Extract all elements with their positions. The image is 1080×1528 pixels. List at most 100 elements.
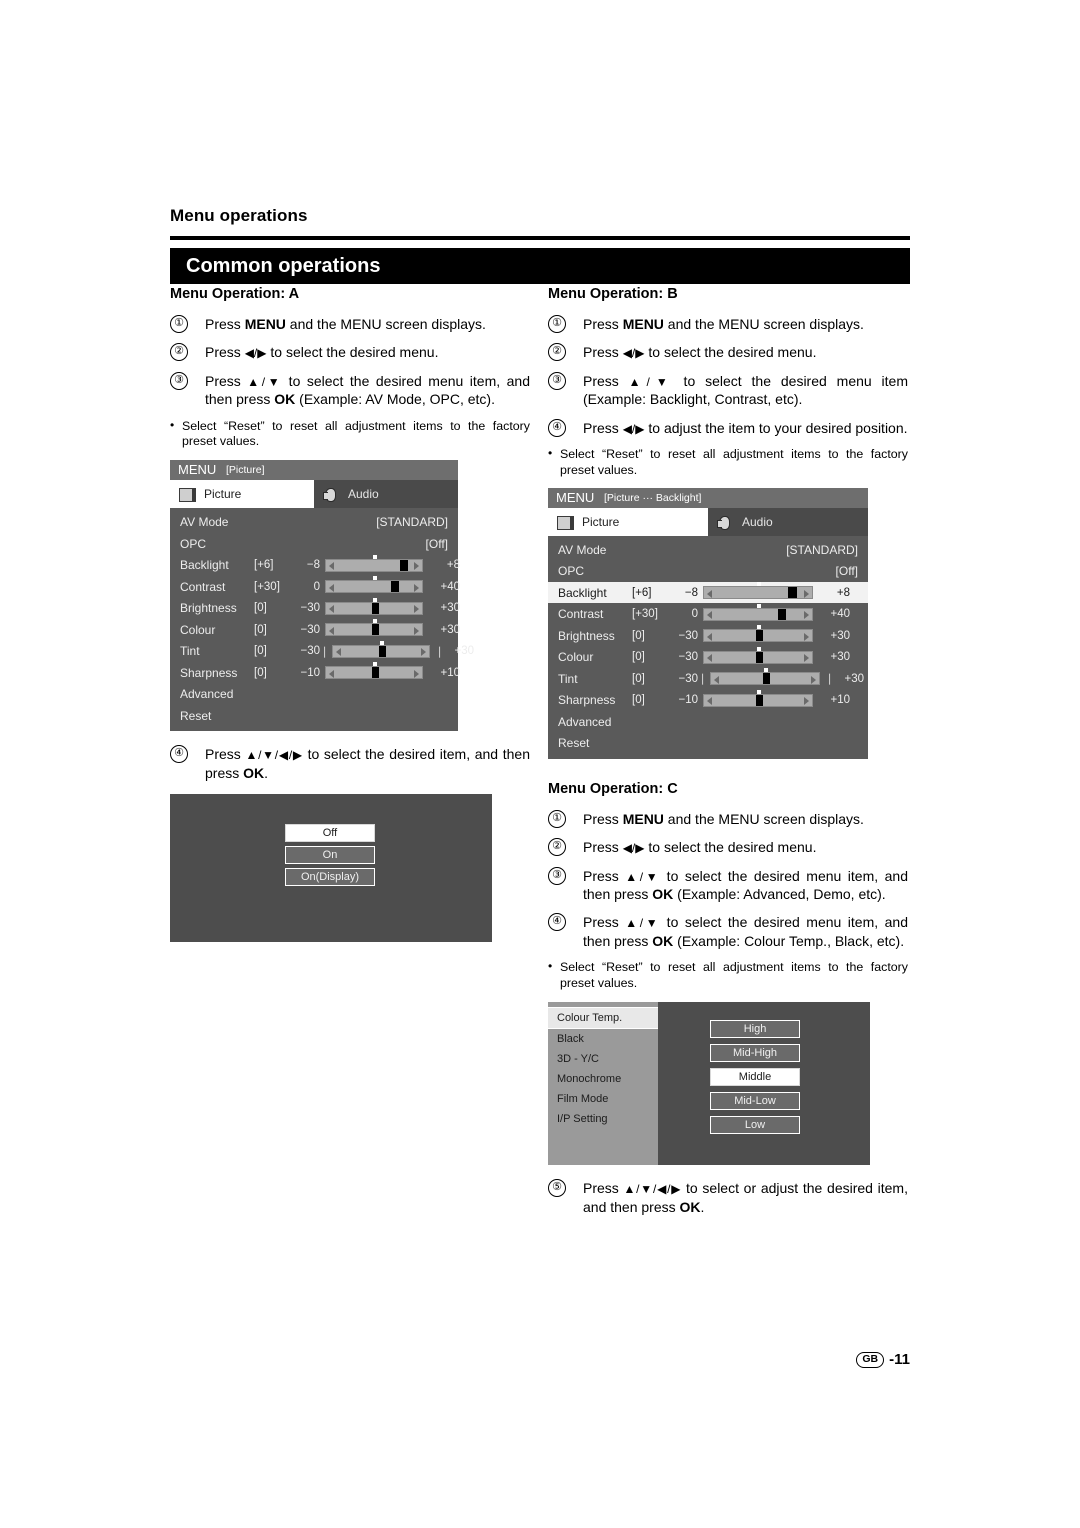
slider-left-arrow-icon[interactable]	[707, 589, 712, 598]
osd-range-bracket-left: ❘	[698, 673, 708, 686]
osd-colour-temp-middle[interactable]: Middle	[710, 1068, 800, 1086]
slider-thumb[interactable]	[392, 581, 400, 593]
slider-thumb[interactable]	[371, 667, 379, 679]
slider-contrast[interactable]	[703, 603, 813, 621]
slider-right-arrow-icon[interactable]	[804, 654, 809, 663]
osd-row-tint[interactable]: Tint [0] −30 ❘ ❘ +30	[170, 640, 474, 662]
slider-colour[interactable]	[325, 619, 423, 637]
osd-row-colour[interactable]: Colour [0] −30 +30	[548, 646, 868, 668]
osd-row-tint[interactable]: Tint [0] −30 ❘ ❘ +30	[548, 668, 868, 690]
osd-row-advanced[interactable]: Advanced	[170, 683, 458, 705]
slider-left-arrow-icon[interactable]	[707, 697, 712, 706]
osd-advanced-item-colour-temp-[interactable]: Colour Temp.	[548, 1007, 658, 1029]
step-item: ③ Press ▲/▼ to select the desired menu it…	[548, 371, 908, 409]
slider-brightness[interactable]	[703, 625, 813, 643]
osd-row-av-mode[interactable]: AV Mode [STANDARD]	[170, 511, 458, 533]
osd-row-advanced[interactable]: Advanced	[548, 711, 868, 733]
slider-right-arrow-icon[interactable]	[414, 605, 419, 614]
slider-thumb[interactable]	[755, 694, 763, 706]
slider-thumb[interactable]	[371, 624, 379, 636]
osd-range-bracket-left: ❘	[320, 645, 330, 658]
slider-left-arrow-icon[interactable]	[329, 583, 334, 592]
osd-row-label: Contrast	[180, 579, 226, 594]
slider-thumb[interactable]	[401, 559, 409, 571]
step-text: Press ◀/▶ to select the desired menu.	[583, 344, 817, 361]
slider-colour[interactable]	[703, 646, 813, 664]
osd-row-reset[interactable]: Reset	[170, 705, 458, 727]
slider-thumb[interactable]	[755, 651, 763, 663]
slider-thumb[interactable]	[762, 673, 770, 685]
osd-advanced-item-black[interactable]: Black	[548, 1029, 658, 1049]
slider-center-tick	[757, 625, 761, 630]
osd-row-brightness[interactable]: Brightness [0] −30 +30	[170, 597, 460, 619]
osd-advanced-item-monochrome[interactable]: Monochrome	[548, 1069, 658, 1089]
osd-row-backlight[interactable]: Backlight [+6] −8 +8	[170, 554, 460, 576]
slider-right-arrow-icon[interactable]	[414, 562, 419, 571]
slider-right-arrow-icon[interactable]	[414, 626, 419, 635]
slider-contrast[interactable]	[325, 576, 423, 594]
osd-option-off[interactable]: Off	[285, 824, 375, 843]
slider-left-arrow-icon[interactable]	[329, 626, 334, 635]
osd-row-opc[interactable]: OPC [Off]	[170, 533, 458, 555]
slider-left-arrow-icon[interactable]	[707, 632, 712, 641]
osd-row-colour[interactable]: Colour [0] −30 +30	[170, 619, 460, 641]
osd-row-opc[interactable]: OPC [Off]	[548, 560, 868, 582]
slider-left-arrow-icon[interactable]	[707, 611, 712, 620]
osd-row-label: Reset	[558, 736, 590, 751]
slider-right-arrow-icon[interactable]	[811, 675, 816, 684]
osd-colour-temp-low[interactable]: Low	[710, 1116, 800, 1134]
slider-backlight[interactable]	[325, 554, 423, 572]
step-item: ④ Press ▲/▼/◀/▶ to select the desired ite…	[170, 745, 530, 782]
slider-left-arrow-icon[interactable]	[329, 669, 334, 678]
slider-left-arrow-icon[interactable]	[336, 648, 341, 657]
osd-colour-temp-mid-low[interactable]: Mid-Low	[710, 1092, 800, 1110]
slider-left-arrow-icon[interactable]	[707, 654, 712, 663]
osd-row-sharpness[interactable]: Sharpness [0] −10 +10	[170, 662, 460, 684]
slider-brightness[interactable]	[325, 597, 423, 615]
slider-thumb[interactable]	[378, 645, 386, 657]
osd-row-reset[interactable]: Reset	[548, 732, 868, 754]
slider-left-arrow-icon[interactable]	[714, 675, 719, 684]
osd-tab-picture[interactable]: Picture	[170, 480, 314, 509]
osd-option-on-display-[interactable]: On(Display)	[285, 868, 375, 887]
slider-right-arrow-icon[interactable]	[421, 648, 426, 657]
slider-backlight[interactable]	[703, 582, 813, 600]
slider-thumb[interactable]	[789, 587, 797, 599]
slider-left-arrow-icon[interactable]	[329, 562, 334, 571]
osd-row-current-value: [+6]	[254, 559, 274, 572]
osd-row-contrast[interactable]: Contrast [+30] 0 +40	[548, 603, 868, 625]
osd-row-sharpness[interactable]: Sharpness [0] −10 +10	[548, 689, 868, 711]
slider-sharpness[interactable]	[703, 689, 813, 707]
slider-right-arrow-icon[interactable]	[414, 669, 419, 678]
slider-right-arrow-icon[interactable]	[804, 611, 809, 620]
osd-row-brightness[interactable]: Brightness [0] −30 +30	[548, 625, 868, 647]
slider-right-arrow-icon[interactable]	[804, 632, 809, 641]
osd-row-backlight[interactable]: Backlight [+6] −8 +8	[548, 581, 868, 604]
slider-thumb[interactable]	[779, 608, 787, 620]
osd-row-contrast[interactable]: Contrast [+30] 0 +40	[170, 576, 460, 598]
step-item: ① Press MENU and the MENU screen displays…	[548, 809, 908, 828]
osd-range-bracket-right: ❘	[435, 645, 445, 658]
osd-row-min: −30	[678, 672, 698, 685]
slider-thumb[interactable]	[755, 630, 763, 642]
slider-right-arrow-icon[interactable]	[414, 583, 419, 592]
osd-row-value: [STANDARD]	[786, 542, 858, 557]
slider-tint[interactable]	[710, 668, 820, 686]
osd-advanced-item-film-mode[interactable]: Film Mode	[548, 1089, 658, 1109]
osd-tab-audio[interactable]: Audio	[314, 480, 458, 509]
osd-colour-temp-high[interactable]: High	[710, 1020, 800, 1038]
osd-tab-picture[interactable]: Picture	[548, 507, 708, 536]
osd-row-av-mode[interactable]: AV Mode [STANDARD]	[548, 539, 868, 561]
osd-advanced-item-i-p-setting[interactable]: I/P Setting	[548, 1109, 658, 1129]
osd-option-on[interactable]: On	[285, 846, 375, 865]
slider-right-arrow-icon[interactable]	[804, 589, 809, 598]
osd-tab-audio[interactable]: Audio	[708, 507, 868, 536]
slider-sharpness[interactable]	[325, 662, 423, 680]
operation-b-title: Menu Operation: B	[548, 286, 678, 302]
osd-colour-temp-mid-high[interactable]: Mid-High	[710, 1044, 800, 1062]
slider-thumb[interactable]	[371, 602, 379, 614]
slider-left-arrow-icon[interactable]	[329, 605, 334, 614]
osd-advanced-item-3d-y-c[interactable]: 3D - Y/C	[548, 1049, 658, 1069]
slider-right-arrow-icon[interactable]	[804, 697, 809, 706]
slider-tint[interactable]	[332, 640, 430, 658]
